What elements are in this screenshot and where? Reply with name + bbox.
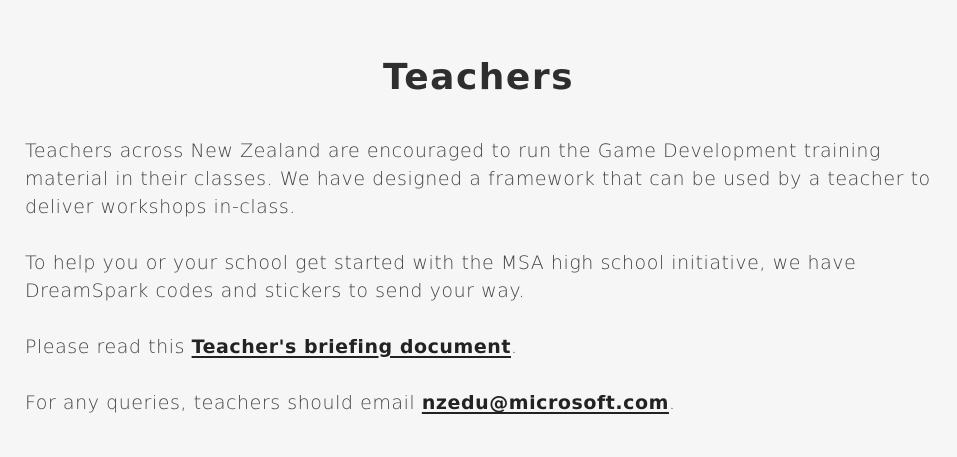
teachers-briefing-document-link[interactable]: Teacher's briefing document [192, 336, 511, 358]
queries-paragraph: For any queries, teachers should email n… [25, 389, 940, 417]
intro-paragraph: Teachers across New Zealand are encourag… [25, 140, 931, 218]
queries-prefix-text: For any queries, teachers should email [25, 392, 422, 414]
email-link[interactable]: nzedu@microsoft.com [422, 392, 669, 414]
briefing-suffix-text: . [511, 336, 518, 358]
briefing-prefix-text: Please read this [25, 336, 192, 358]
teachers-content: Teachers across New Zealand are encourag… [25, 137, 940, 445]
queries-suffix-text: . [668, 392, 676, 414]
help-paragraph: To help you or your school get started w… [25, 252, 857, 302]
page-title: Teachers [382, 57, 575, 98]
teachers-section: Teachers Teachers across New Zealand are… [0, 0, 957, 457]
briefing-paragraph: Please read this Teacher's briefing docu… [25, 333, 940, 361]
